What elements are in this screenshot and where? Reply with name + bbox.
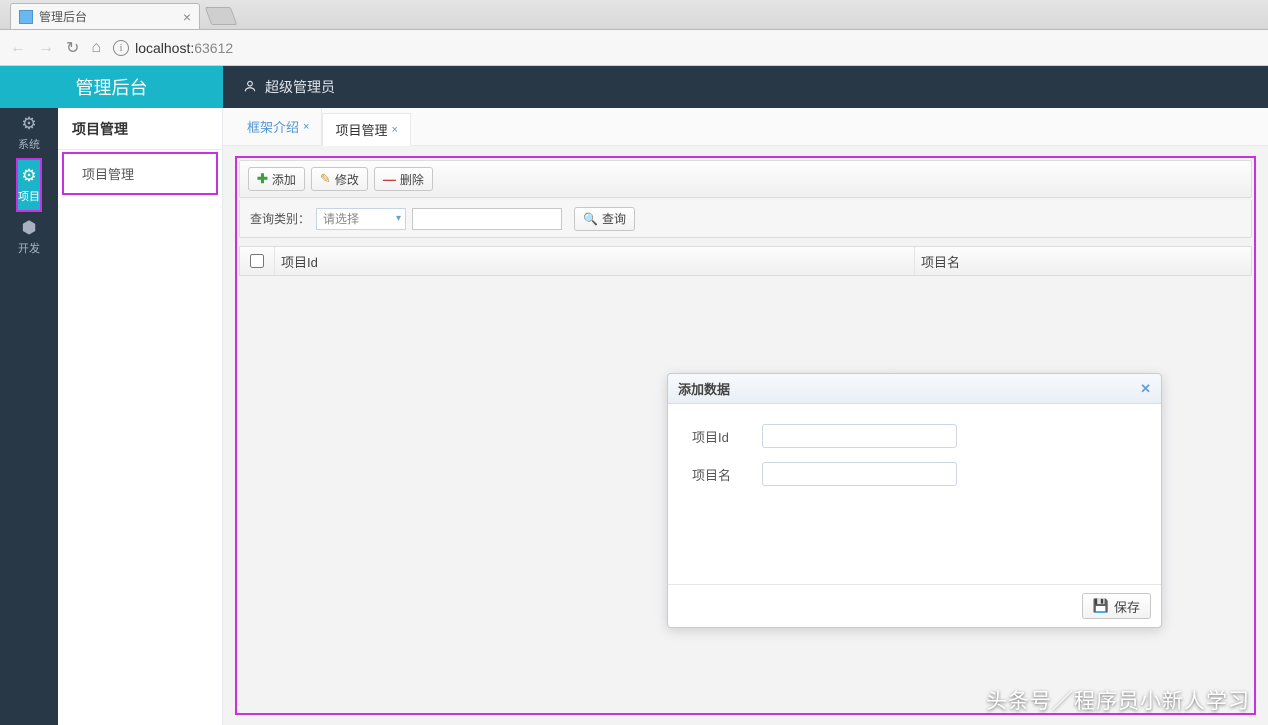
chevron-down-icon: ▾ — [396, 213, 401, 224]
dialog-title: 添加数据 — [678, 379, 730, 398]
sidebar: 项目管理 项目管理 — [58, 66, 223, 725]
add-button[interactable]: ✚ 添加 — [248, 167, 305, 191]
new-tab-button[interactable] — [205, 7, 238, 25]
field-name-label: 项目名 — [692, 465, 762, 484]
content-tabs: 框架介绍× 项目管理× — [223, 108, 1268, 146]
rail-label: 系统 — [18, 136, 40, 152]
col-project-id[interactable]: 项目Id — [274, 247, 914, 275]
cube-icon: ⬢ — [22, 218, 37, 238]
rail-system[interactable]: ⚙ 系统 — [0, 108, 58, 158]
project-name-input[interactable] — [762, 462, 957, 486]
info-icon[interactable]: i — [113, 40, 129, 56]
tab-project[interactable]: 项目管理× — [322, 113, 410, 146]
close-icon[interactable]: × — [303, 121, 309, 133]
add-dialog: 添加数据 ✕ 项目Id 项目名 — [667, 373, 1162, 628]
select-all-checkbox[interactable] — [250, 254, 264, 268]
rail-dev[interactable]: ⬢ 开发 — [0, 212, 58, 262]
browser-tab-strip: 管理后台 × — [0, 0, 1268, 30]
rail-project[interactable]: ⚙ 项目 — [18, 160, 40, 210]
forward-icon[interactable]: → — [38, 39, 54, 57]
reload-icon[interactable]: ↻ — [66, 38, 79, 58]
query-button[interactable]: 🔍 查询 — [574, 207, 635, 231]
dialog-header[interactable]: 添加数据 ✕ — [668, 374, 1161, 404]
sidebar-item-project[interactable]: 项目管理 — [64, 154, 216, 193]
gear-icon: ⚙ — [21, 166, 36, 186]
brand-title: 管理后台 — [0, 66, 223, 108]
browser-tab-title: 管理后台 — [39, 8, 87, 25]
rail-label: 项目 — [18, 188, 40, 204]
address-bar[interactable]: i localhost:63612 — [113, 40, 1258, 56]
favicon-icon — [19, 10, 33, 24]
pencil-icon: ✎ — [320, 171, 331, 187]
close-icon[interactable]: ✕ — [1140, 381, 1151, 397]
grid-header: 项目Id 项目名 — [239, 246, 1252, 276]
gear-icon: ⚙ — [21, 114, 36, 134]
browser-tab[interactable]: 管理后台 × — [10, 3, 200, 29]
back-icon[interactable]: ← — [10, 39, 26, 57]
main-area: 超级管理员 框架介绍× 项目管理× ✚ 添加 ✎ 修改 — [223, 66, 1268, 725]
select-all-cell — [240, 254, 274, 268]
watermark-text: 头条号／程序员小新人学习 — [986, 685, 1250, 715]
grid-toolbar: ✚ 添加 ✎ 修改 — 删除 — [239, 160, 1252, 198]
url-port: 63612 — [194, 40, 233, 56]
topbar: 超级管理员 — [223, 66, 1268, 108]
filter-bar: 查询类别： 请选择 ▾ 🔍 查询 — [239, 200, 1252, 238]
save-button[interactable]: 💾 保存 — [1082, 593, 1151, 619]
user-icon — [243, 79, 257, 96]
url-host: localhost: — [135, 40, 194, 56]
browser-toolbar: ← → ↻ ⌂ i localhost:63612 — [0, 30, 1268, 66]
close-icon[interactable]: × — [183, 9, 191, 25]
icon-rail: ☷ ⚙ 系统 ⚙ 项目 ⬢ 开发 — [0, 66, 58, 725]
plus-icon: ✚ — [257, 171, 268, 187]
filter-label: 查询类别： — [250, 210, 310, 227]
field-id-label: 项目Id — [692, 427, 762, 446]
filter-text-input[interactable] — [412, 208, 562, 230]
edit-button[interactable]: ✎ 修改 — [311, 167, 368, 191]
filter-category-select[interactable]: 请选择 ▾ — [316, 208, 406, 230]
home-icon[interactable]: ⌂ — [91, 39, 101, 57]
delete-button[interactable]: — 删除 — [374, 167, 433, 191]
work-panel: ✚ 添加 ✎ 修改 — 删除 查询类别： 请选择 — [235, 156, 1256, 715]
close-icon[interactable]: × — [391, 124, 397, 136]
save-icon: 💾 — [1093, 598, 1109, 614]
minus-icon: — — [383, 172, 396, 187]
search-icon: 🔍 — [583, 212, 598, 226]
sidebar-header: 项目管理 — [58, 108, 222, 150]
project-id-input[interactable] — [762, 424, 957, 448]
col-project-name[interactable]: 项目名 — [914, 247, 1251, 275]
tab-intro[interactable]: 框架介绍× — [235, 108, 322, 145]
user-role: 超级管理员 — [265, 77, 335, 97]
rail-label: 开发 — [18, 240, 40, 256]
